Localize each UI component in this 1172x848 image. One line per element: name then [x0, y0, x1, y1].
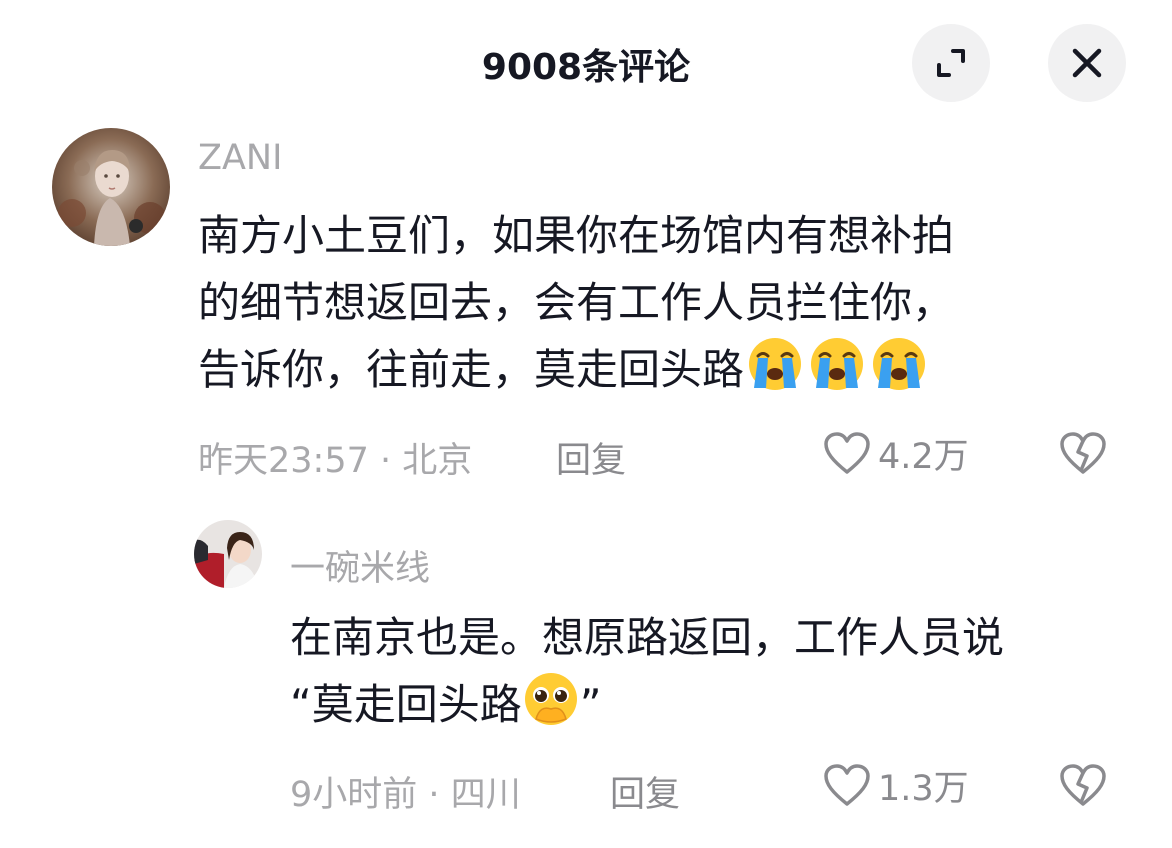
broken-heart-icon [1060, 764, 1106, 806]
reply-button[interactable]: 回复 [610, 766, 680, 817]
comment-line: 告诉你，往前走，莫走回头路 [198, 336, 954, 403]
comment-line: 的细节想返回去，会有工作人员拦住你， [198, 278, 955, 327]
like-button[interactable]: 1.3万 [822, 760, 969, 810]
avatar[interactable] [52, 128, 170, 246]
pleading-face-icon [524, 673, 577, 725]
comment-text: 在南京也是。想原路返回，工作人员说 “莫走回头路 ” [290, 604, 1004, 738]
comment-text: 南方小土豆们，如果你在场馆内有想补拍 的细节想返回去，会有工作人员拦住你， 告诉… [198, 202, 954, 403]
meta-separator: · [428, 775, 440, 815]
comment-item: ZANI 南方小土豆们，如果你在场馆内有想补拍 的细节想返回去，会有工作人员拦住… [0, 0, 1172, 520]
comment-line-text: 告诉你，往前走，莫走回头路 [198, 345, 745, 394]
comment-location: 四川 [450, 775, 521, 815]
broken-heart-icon [1060, 432, 1106, 474]
comment-meta: 9小时前 · 四川 [290, 766, 521, 817]
comment-line: 南方小土豆们，如果你在场馆内有想补拍 [198, 211, 955, 260]
reply-comment-item: 一碗米线 在南京也是。想原路返回，工作人员说 “莫走回头路 ” 9小时前 · 四… [0, 520, 1172, 848]
meta-separator: · [380, 441, 392, 481]
dislike-button[interactable] [1058, 762, 1108, 812]
like-count: 1.3万 [878, 768, 969, 809]
comment-line: 在南京也是。想原路返回，工作人员说 [290, 613, 1005, 662]
comment-line-text: ” [579, 680, 602, 729]
comment-line: “莫走回头路 ” [290, 671, 1004, 738]
loudly-crying-face-icon [749, 338, 802, 390]
heart-icon [824, 764, 870, 806]
avatar[interactable] [194, 520, 262, 588]
comment-location: 北京 [402, 441, 473, 481]
like-button[interactable]: 4.2万 [822, 428, 969, 478]
heart-icon [824, 432, 870, 474]
username[interactable]: ZANI [198, 138, 282, 178]
comment-meta: 昨天23:57 · 北京 [198, 432, 472, 483]
loudly-crying-face-icon [873, 338, 926, 390]
reply-button[interactable]: 回复 [556, 432, 626, 483]
comment-line-text: “莫走回头路 [290, 680, 522, 729]
username[interactable]: 一碗米线 [290, 540, 430, 591]
like-count: 4.2万 [878, 436, 969, 477]
comment-time: 9小时前 [290, 775, 418, 815]
comment-time: 昨天23:57 [198, 441, 369, 481]
loudly-crying-face-icon [811, 338, 864, 390]
dislike-button[interactable] [1058, 430, 1108, 480]
